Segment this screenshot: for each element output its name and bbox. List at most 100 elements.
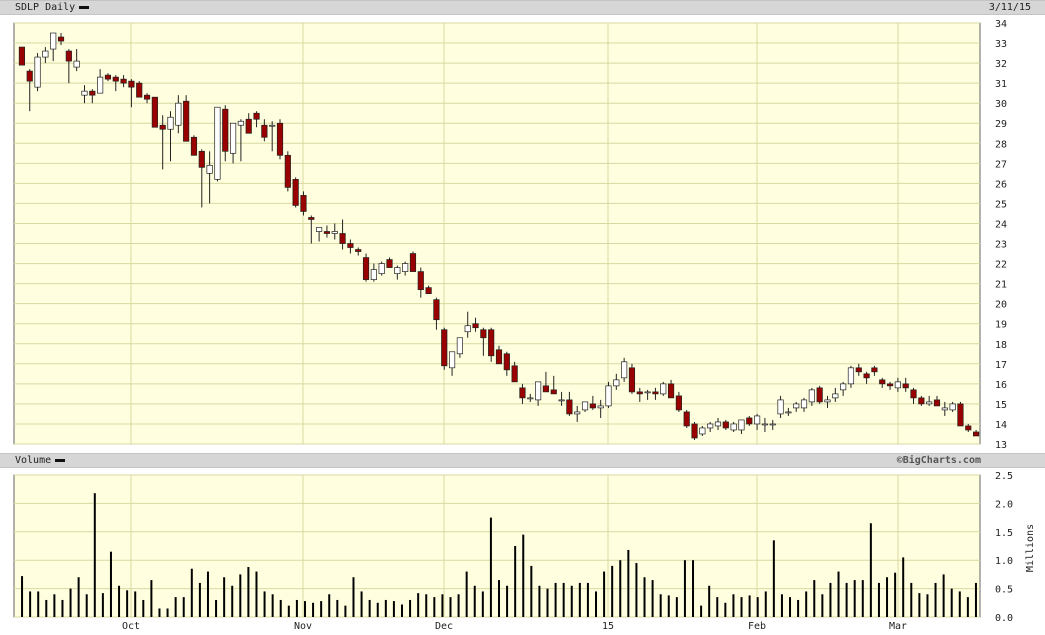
- x-tick-label: 15: [602, 621, 614, 632]
- candle-body: [386, 259, 393, 268]
- candle-body: [777, 399, 784, 415]
- candle-body: [34, 56, 41, 88]
- volume-bar: [158, 608, 161, 617]
- candle-body: [316, 227, 323, 232]
- volume-bar: [109, 551, 112, 617]
- candle-body: [754, 415, 761, 425]
- volume-bar: [562, 582, 565, 617]
- candle-body: [42, 50, 49, 58]
- volume-bar: [877, 582, 880, 617]
- candle-body: [97, 76, 104, 94]
- volume-bar: [118, 585, 121, 617]
- candle-body: [542, 385, 550, 393]
- candle-body: [965, 425, 972, 431]
- candle-body: [769, 423, 776, 426]
- candle-body: [331, 231, 338, 234]
- candlestick: [276, 119, 284, 160]
- volume-bar: [530, 565, 533, 617]
- volume-bar: [53, 594, 56, 617]
- volume-bar: [659, 594, 662, 617]
- candle-body: [871, 367, 878, 373]
- price-tick-label: 27: [995, 159, 1007, 170]
- candle-body: [261, 124, 268, 138]
- volume-bar: [894, 572, 897, 617]
- candle-body: [292, 179, 299, 206]
- candle-body: [136, 82, 143, 98]
- volume-bar: [93, 493, 96, 617]
- volume-bar: [360, 591, 363, 617]
- volume-bar: [166, 608, 169, 617]
- price-tick-label: 17: [995, 360, 1007, 371]
- price-tick-label: 30: [995, 99, 1007, 110]
- volume-tick-label: 1.0: [995, 556, 1013, 567]
- price-tick-label: 31: [995, 79, 1007, 90]
- candle-body: [112, 76, 119, 82]
- candle-body: [597, 405, 604, 409]
- volume-bar: [215, 599, 218, 617]
- volume-bar: [239, 574, 242, 617]
- volume-bar: [384, 599, 387, 617]
- volume-bar: [902, 557, 905, 617]
- candle-body: [675, 395, 682, 411]
- volume-bar: [134, 591, 137, 617]
- candle-body: [511, 365, 518, 383]
- candle-body: [441, 329, 448, 367]
- candle-body: [886, 383, 894, 387]
- volume-bar: [635, 563, 638, 617]
- candle-body: [800, 399, 808, 409]
- volume-bar: [780, 594, 783, 617]
- volume-bar: [813, 580, 816, 617]
- candle-body: [73, 60, 80, 68]
- volume-bar: [174, 597, 177, 617]
- candle-body: [362, 257, 370, 280]
- candle-body: [621, 361, 628, 379]
- price-tick-label: 19: [995, 320, 1007, 331]
- candle-body: [824, 399, 831, 403]
- candle-body: [503, 353, 510, 371]
- volume-tick-label: 0.5: [995, 585, 1013, 596]
- volume-bar: [554, 582, 557, 617]
- candlestick: [136, 81, 143, 98]
- volume-bar: [821, 594, 824, 617]
- candle-body: [89, 90, 96, 96]
- candlestick: [816, 385, 823, 404]
- price-tick-label: 32: [995, 59, 1007, 70]
- candle-body: [175, 102, 182, 126]
- candle-body: [151, 96, 158, 128]
- price-tick-label: 34: [995, 19, 1007, 30]
- candle-body: [347, 243, 354, 248]
- volume-bar: [376, 602, 379, 617]
- volume-bar: [683, 560, 686, 617]
- candle-body: [558, 399, 565, 402]
- candlestick: [151, 96, 158, 128]
- candle-body: [519, 387, 526, 399]
- x-tick-label: Oct: [122, 621, 140, 632]
- volume-bar: [489, 517, 492, 617]
- candle-body: [18, 46, 25, 66]
- volume-bar: [417, 593, 420, 617]
- volume-bar: [789, 597, 792, 617]
- candle-body: [222, 108, 229, 152]
- volume-bar: [465, 571, 468, 617]
- candle-body: [143, 94, 151, 100]
- candle-body: [863, 373, 870, 379]
- candle-body: [65, 50, 72, 62]
- candle-body: [746, 417, 753, 425]
- candle-body: [808, 389, 815, 403]
- price-tick-label: 21: [995, 280, 1007, 291]
- candle-body: [402, 263, 409, 272]
- candle-body: [229, 122, 237, 154]
- candle-body: [159, 124, 166, 130]
- volume-bar: [433, 597, 436, 617]
- stock-chart: 13 14 15 16 17 18 19 20 21 22 23 24 25 26 27 28 29 30 31 32…: [13, 19, 1036, 632]
- volume-bar: [522, 534, 525, 617]
- volume-bar: [21, 576, 24, 617]
- volume-bar: [853, 580, 856, 617]
- volume-bar: [611, 565, 614, 617]
- candle-body: [902, 383, 909, 389]
- candle-body: [57, 36, 65, 42]
- candlestick: [284, 151, 291, 192]
- volume-bar: [603, 571, 606, 617]
- volume-bar: [255, 571, 258, 617]
- candlestick: [683, 409, 690, 428]
